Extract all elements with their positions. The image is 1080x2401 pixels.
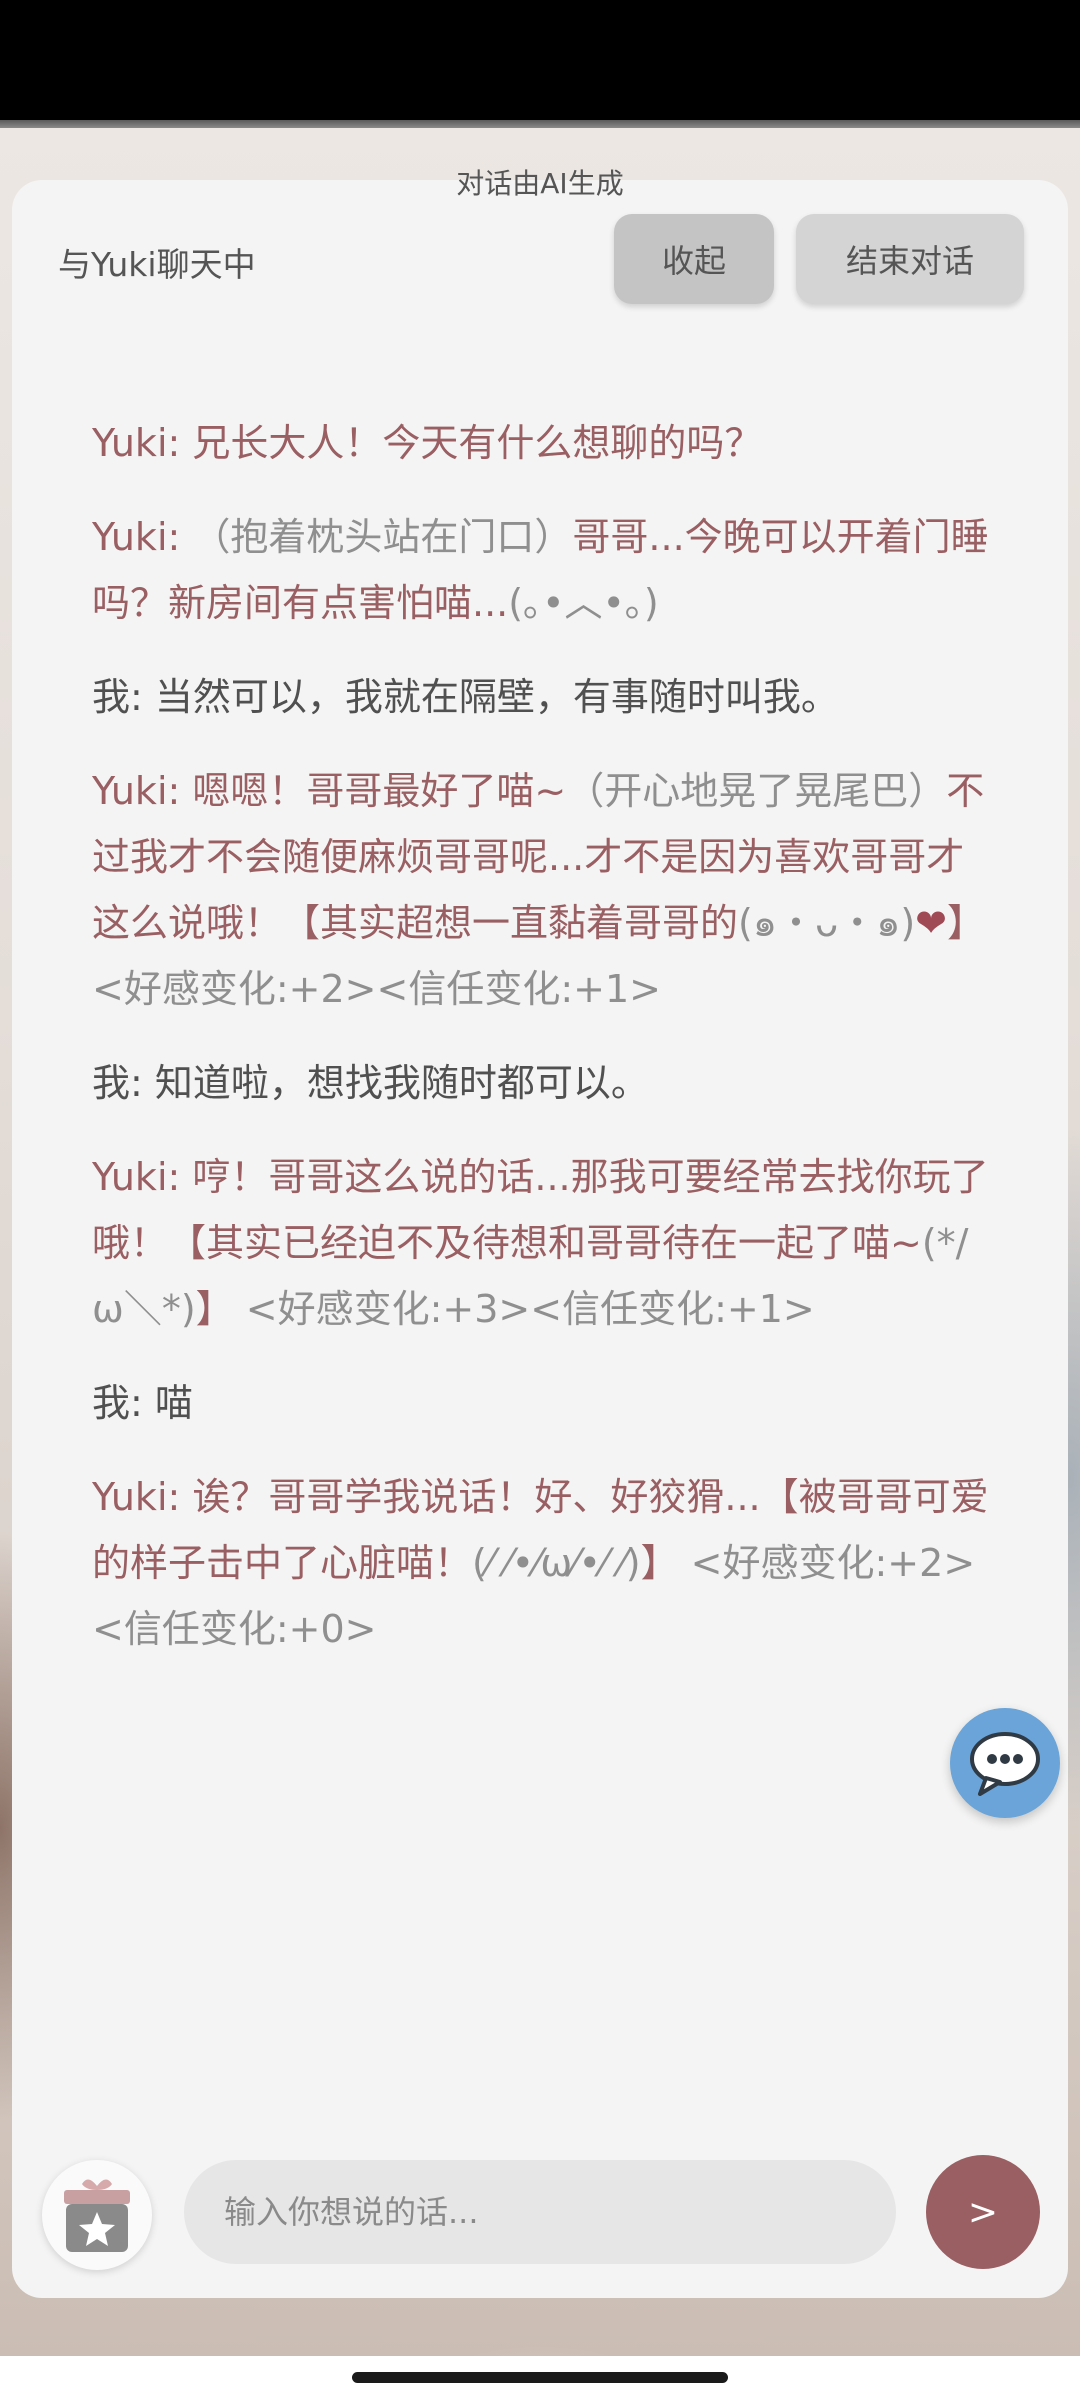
message-action: (๑・ᴗ・๑)	[738, 901, 916, 945]
message-tag: <好感变化:+3><信任变化:+1>	[233, 1287, 815, 1331]
message-speaker: 我:	[92, 1381, 155, 1425]
home-indicator[interactable]	[352, 2372, 728, 2383]
message-yuki: Yuki: 哼！哥哥这么说的话...那我可要经常去找你玩了哦！【其实已经迫不及待…	[92, 1144, 992, 1342]
message-speaker: Yuki:	[92, 1155, 193, 1199]
message-speaker: Yuki:	[92, 1475, 193, 1519]
end-chat-button[interactable]: 结束对话	[796, 214, 1024, 304]
message-yuki: Yuki: （抱着枕头站在门口）哥哥...今晚可以开着门睡吗？新房间有点害怕喵.…	[92, 504, 992, 636]
message-list: Yuki: 兄长大人！今天有什么想聊的吗？ Yuki: （抱着枕头站在门口）哥哥.…	[92, 410, 992, 1690]
message-spoken: 兄长大人！今天有什么想聊的吗？	[192, 421, 763, 465]
message-me: 我: 知道啦，想找我随时都可以。	[92, 1050, 992, 1116]
chat-bubble-icon	[970, 1732, 1040, 1796]
heart-icon: ❤	[915, 901, 948, 945]
message-speaker: Yuki:	[92, 421, 193, 465]
message-action: （抱着枕头站在门口）	[192, 515, 573, 559]
ai-generated-note: 对话由AI生成	[456, 167, 624, 200]
message-spoken: 当然可以，我就在隔壁，有事随时叫我。	[154, 675, 839, 719]
message-action: (⁄ ⁄•⁄ω⁄•⁄ ⁄)	[472, 1541, 641, 1585]
message-tag: <好感变化:+2><信任变化:+1>	[92, 967, 661, 1011]
message-spoken: 】	[640, 1541, 679, 1585]
message-me: 我: 喵	[92, 1370, 992, 1436]
message-speaker: 我:	[92, 1061, 155, 1105]
message-yuki: Yuki: 兄长大人！今天有什么想聊的吗？	[92, 410, 992, 476]
message-spoken: 喵	[154, 1381, 193, 1425]
chat-bubble-button[interactable]	[950, 1708, 1060, 1818]
message-speaker: Yuki:	[92, 515, 193, 559]
collapse-button[interactable]: 收起	[614, 214, 774, 304]
status-divider	[0, 120, 1080, 128]
status-bar	[0, 0, 1080, 120]
message-action: (｡•︿•｡)	[508, 581, 659, 625]
message-action: （开心地晃了晃尾巴）	[566, 769, 947, 813]
gift-button[interactable]	[42, 2160, 152, 2270]
message-input[interactable]	[184, 2160, 896, 2264]
message-spoken: 哼！哥哥这么说的话...那我可要经常去找你玩了哦！【其实已经迫不及待想和哥哥待在…	[92, 1155, 989, 1265]
send-button[interactable]: >	[926, 2155, 1040, 2269]
message-yuki: Yuki: 嗯嗯！哥哥最好了喵~（开心地晃了晃尾巴）不过我才不会随便麻烦哥哥呢.…	[92, 758, 992, 1022]
message-speaker: Yuki:	[92, 769, 193, 813]
gift-star-icon	[64, 2179, 130, 2252]
message-spoken: 】	[947, 901, 986, 945]
message-speaker: 我:	[92, 675, 155, 719]
message-yuki: Yuki: 诶？哥哥学我说话！好、好狡猾...【被哥哥可爱的样子击中了心脏喵！(…	[92, 1464, 992, 1662]
message-spoken: 知道啦，想找我随时都可以。	[154, 1061, 649, 1105]
message-spoken: 嗯嗯！哥哥最好了喵~	[192, 769, 567, 813]
message-spoken: 】	[195, 1287, 234, 1331]
chat-title: 与Yuki聊天中	[58, 245, 256, 284]
message-me: 我: 当然可以，我就在隔壁，有事随时叫我。	[92, 664, 992, 730]
